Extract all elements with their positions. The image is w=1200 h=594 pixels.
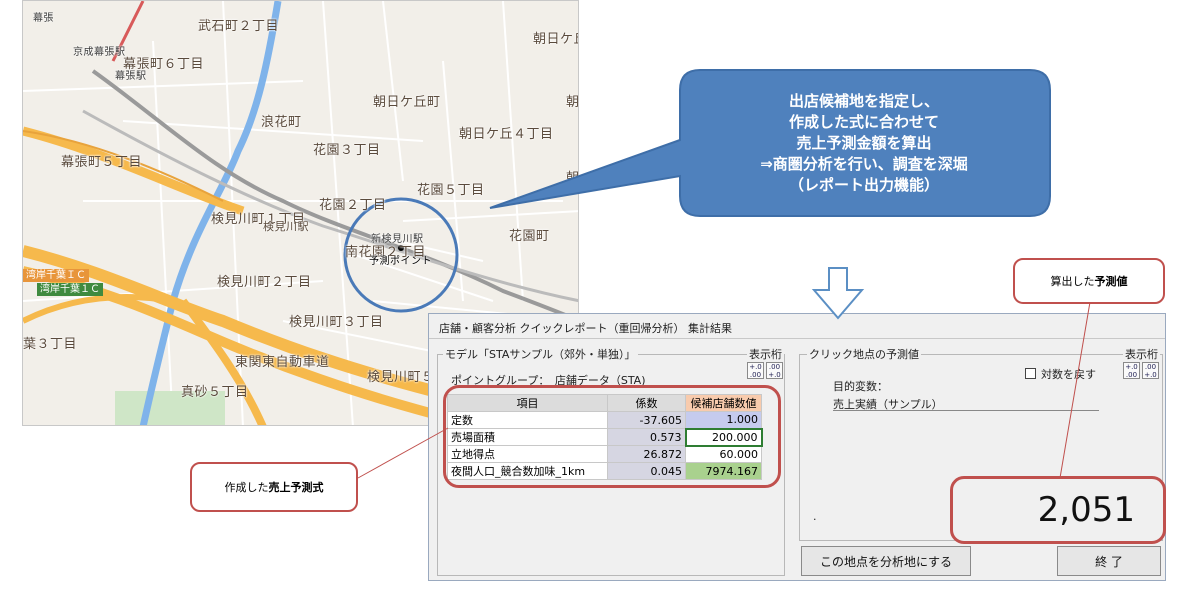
- label-bold: 売上予測式: [268, 481, 324, 494]
- leader-line: [1059, 301, 1091, 479]
- formula-highlight: [443, 385, 781, 488]
- label-text: 作成した: [224, 481, 269, 494]
- callout-line: 売上予測金額を算出: [796, 133, 932, 152]
- callout-line: ⇒商圏分析を行い、調査を深堀: [760, 154, 968, 173]
- callout-line: 作成した式に合わせて: [788, 112, 939, 131]
- leader-line: [357, 427, 449, 479]
- prediction-value: 2,051: [950, 476, 1166, 544]
- predicted-value-label: 算出した 予測値: [1013, 258, 1165, 304]
- label-bold: 予測値: [1094, 275, 1128, 288]
- down-arrow-icon: [811, 267, 865, 320]
- label-text: 算出した: [1050, 275, 1095, 288]
- callout-line: 出店候補地を指定し、: [788, 91, 939, 110]
- callout-line: （レポート出力機能）: [788, 175, 939, 194]
- formula-label: 作成した 売上予測式: [190, 462, 358, 512]
- callout-text: 出店候補地を指定し、 作成した式に合わせて 売上予測金額を算出 ⇒商圏分析を行い…: [682, 73, 1046, 213]
